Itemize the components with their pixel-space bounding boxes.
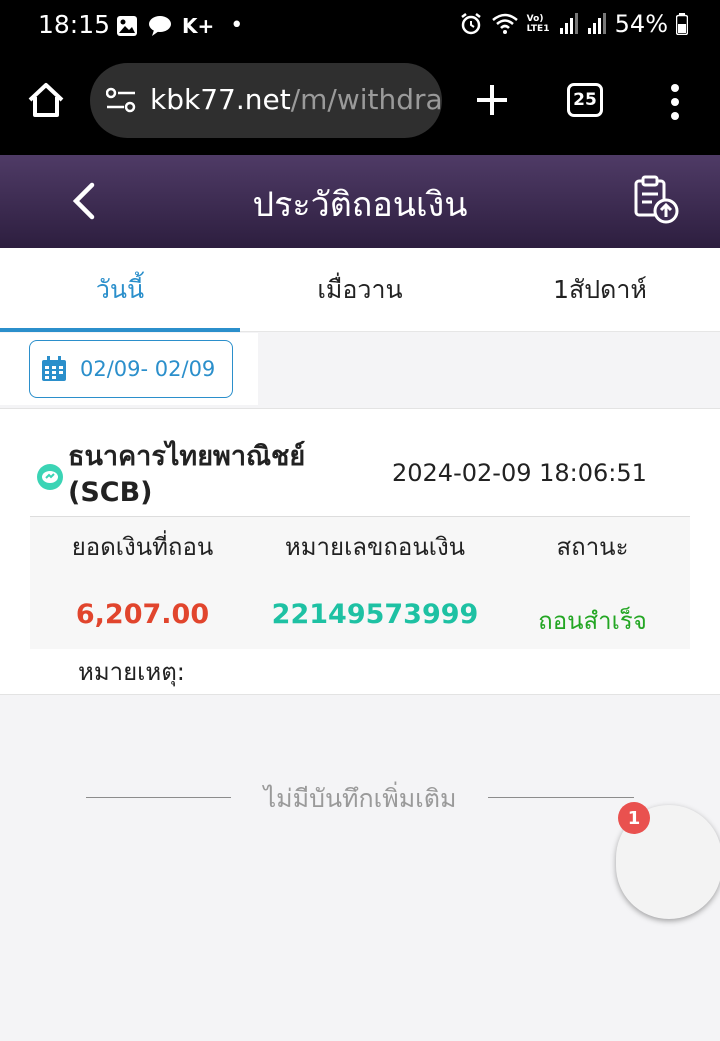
date-range-button[interactable]: 02/09- 02/09: [29, 340, 233, 398]
wifi-icon: [491, 13, 518, 34]
date-range-text: 02/09- 02/09: [80, 357, 216, 381]
record-details: ยอดเงินที่ถอน 6,207.00 หมายเลขถอนเงิน 22…: [30, 516, 690, 649]
battery-icon: [676, 13, 688, 35]
home-icon[interactable]: [26, 80, 66, 120]
notification-dot: •: [230, 13, 244, 38]
network-label: Vo) LTE1: [526, 14, 550, 34]
tab-active-indicator: [0, 328, 240, 332]
alarm-icon: [460, 13, 481, 35]
url-text[interactable]: kbk77.net/m/withdra: [150, 83, 442, 116]
status-bar: 18:15 K+ • Vo) LTE1 54%: [0, 0, 720, 52]
new-tab-icon[interactable]: [472, 80, 512, 120]
k-plus-icon: K+: [182, 13, 215, 38]
tab-yesterday[interactable]: เมื่อวาน: [240, 248, 480, 332]
number-column: หมายเลขถอนเงิน 22149573999: [255, 517, 495, 650]
address-bar[interactable]: kbk77.net/m/withdra: [90, 63, 442, 138]
status-right-icons: Vo) LTE1 54%: [459, 10, 688, 38]
status-value: ถอนสำเร็จ: [538, 607, 647, 635]
url-path: /m/withdra: [290, 83, 442, 116]
remark-label: หมายเหตุ:: [78, 658, 185, 686]
status-time: 18:15: [38, 10, 111, 39]
more-options-icon[interactable]: [664, 82, 686, 122]
number-value: 22149573999: [271, 599, 479, 630]
tab-today[interactable]: วันนี้: [0, 248, 240, 332]
number-label: หมายเลขถอนเงิน: [284, 533, 466, 561]
page-title: ประวัติถอนเงิน: [252, 185, 468, 225]
amount-value: 6,207.00: [75, 599, 210, 630]
no-more-records: ไม่มีบันทึกเพิ่มเติม: [86, 777, 634, 817]
filter-row: 02/09- 02/09: [0, 333, 258, 405]
url-domain: kbk77.net: [150, 83, 291, 116]
status-label: สถานะ: [556, 533, 629, 561]
date-tabs: วันนี้ เมื่อวาน 1สัปดาห์: [0, 248, 720, 332]
withdrawal-record: ธนาคารไทยพาณิชย์ (SCB) 2024-02-09 18:06:…: [0, 408, 720, 695]
no-more-text: ไม่มีบันทึกเพิ่มเติม: [263, 784, 457, 813]
chat-icon: [149, 15, 171, 36]
status-left-icons: K+ •: [116, 13, 243, 38]
notification-badge: 1: [618, 802, 650, 834]
app-header: ประวัติถอนเงิน: [0, 155, 720, 248]
tab-week[interactable]: 1สัปดาห์: [480, 248, 720, 332]
signal-icon-2: [587, 13, 606, 34]
signal-icon-1: [559, 13, 578, 34]
calendar-icon: [42, 356, 66, 381]
divider-right: [488, 797, 634, 798]
bank-logo-icon: [37, 464, 63, 490]
bank-name: ธนาคารไทยพาณิชย์ (SCB): [68, 441, 306, 508]
clipboard-upload-icon[interactable]: [632, 175, 680, 225]
tab-switcher-button[interactable]: 25: [567, 83, 603, 117]
battery-percent: 54%: [614, 10, 668, 38]
site-settings-icon[interactable]: [106, 87, 136, 113]
gallery-icon: [117, 15, 137, 36]
status-column: สถานะ ถอนสำเร็จ: [495, 517, 690, 650]
record-datetime: 2024-02-09 18:06:51: [392, 459, 647, 487]
amount-column: ยอดเงินที่ถอน 6,207.00: [30, 517, 255, 650]
amount-label: ยอดเงินที่ถอน: [71, 533, 214, 561]
browser-toolbar: kbk77.net/m/withdra 25: [0, 52, 720, 155]
